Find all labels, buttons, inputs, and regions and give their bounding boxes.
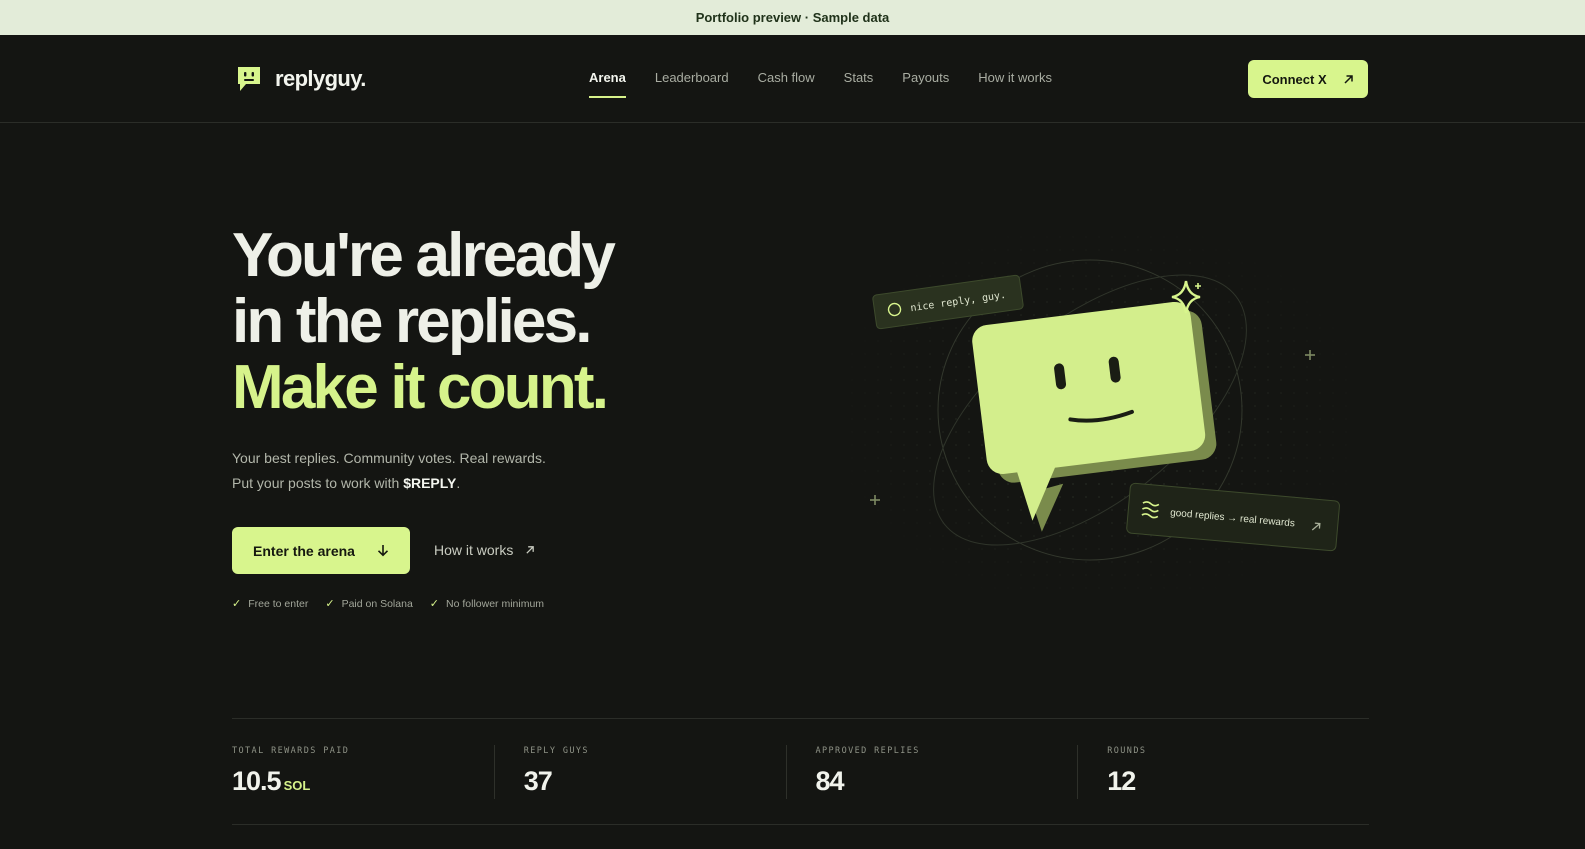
main-nav: Arena Leaderboard Cash flow Stats Payout… bbox=[589, 70, 1052, 98]
hero-subtitle-line-1: Your best replies. Community votes. Real… bbox=[232, 450, 546, 466]
nav-link-payouts[interactable]: Payouts bbox=[902, 70, 949, 85]
enter-arena-label: Enter the arena bbox=[253, 542, 355, 559]
nav-link-stats[interactable]: Stats bbox=[844, 70, 874, 85]
arrow-up-right-icon bbox=[1344, 74, 1353, 84]
checkmark-icon: ✓ bbox=[429, 598, 440, 610]
checkmark-icon: ✓ bbox=[232, 598, 242, 610]
speech-bubble-face-icon bbox=[237, 66, 261, 92]
stat-total-rewards: TOTAL REWARDS PAID 10.5 SOL bbox=[232, 719, 494, 824]
stat-value: 84 bbox=[815, 766, 845, 796]
hero-line-2: in the replies. bbox=[232, 287, 592, 356]
stat-label: APPROVED REPLIES bbox=[815, 746, 920, 756]
connect-x-label: Connect X bbox=[1262, 71, 1327, 87]
brand-name: replyguy. bbox=[275, 66, 366, 91]
stat-label: TOTAL REWARDS PAID bbox=[232, 746, 350, 756]
stat-rounds: ROUNDS 12 bbox=[1077, 719, 1369, 824]
nav-link-leaderboard[interactable]: Leaderboard bbox=[655, 70, 729, 85]
how-it-works-label: How it works bbox=[434, 542, 514, 558]
preview-banner: Portfolio preview · Sample data bbox=[0, 0, 1585, 35]
check-item: ✓ No follower minimum bbox=[429, 597, 545, 611]
nav-link-how-it-works[interactable]: How it works bbox=[978, 70, 1052, 85]
stat-value: 10.5 SOL bbox=[232, 766, 311, 796]
check-item: ✓ Free to enter bbox=[232, 597, 309, 611]
hero-illustration: nice reply, guy. good replies → real rew… bbox=[850, 235, 1350, 595]
checkmark-icon: ✓ bbox=[325, 598, 335, 610]
preview-banner-text: Portfolio preview · Sample data bbox=[695, 10, 890, 25]
hero-line-3: Make it count. bbox=[232, 353, 609, 422]
hero-line-1: You're already bbox=[232, 221, 616, 290]
nav-link-arena[interactable]: Arena bbox=[589, 70, 626, 98]
reply-token: $REPLY bbox=[403, 475, 457, 491]
feature-checklist: ✓ Free to enter ✓ Paid on Solana ✓ No follo… bbox=[232, 597, 545, 611]
stat-value: 37 bbox=[523, 766, 553, 796]
stat-unit: SOL bbox=[283, 778, 311, 793]
stat-value: 12 bbox=[1107, 766, 1136, 796]
hero-subtitle-line-2: Put your posts to work with $REPLY. bbox=[232, 475, 461, 491]
top-nav: replyguy. Arena Leaderboard Cash flow St… bbox=[0, 35, 1585, 123]
arrow-down-icon bbox=[377, 545, 389, 557]
stat-label: ROUNDS bbox=[1107, 746, 1147, 756]
brand-logo[interactable]: replyguy. bbox=[237, 66, 366, 92]
check-item: ✓ Paid on Solana bbox=[325, 597, 413, 611]
stats-bar: TOTAL REWARDS PAID 10.5 SOL REPLY GUYS 37… bbox=[232, 718, 1369, 825]
arrow-up-right-icon bbox=[526, 546, 535, 554]
enter-arena-button[interactable]: Enter the arena bbox=[232, 527, 410, 574]
connect-x-button[interactable]: Connect X bbox=[1248, 60, 1368, 98]
hero-subtitle: Your best replies. Community votes. Real… bbox=[232, 446, 546, 496]
stat-label: REPLY GUYS bbox=[523, 746, 589, 756]
nav-link-cash-flow[interactable]: Cash flow bbox=[758, 70, 815, 85]
stat-reply-guys: REPLY GUYS 37 bbox=[493, 719, 786, 824]
stat-approved-replies: APPROVED REPLIES 84 bbox=[785, 719, 1078, 824]
hero-headline: You're already in the replies. Make it c… bbox=[232, 221, 616, 422]
how-it-works-link[interactable]: How it works bbox=[434, 542, 535, 558]
